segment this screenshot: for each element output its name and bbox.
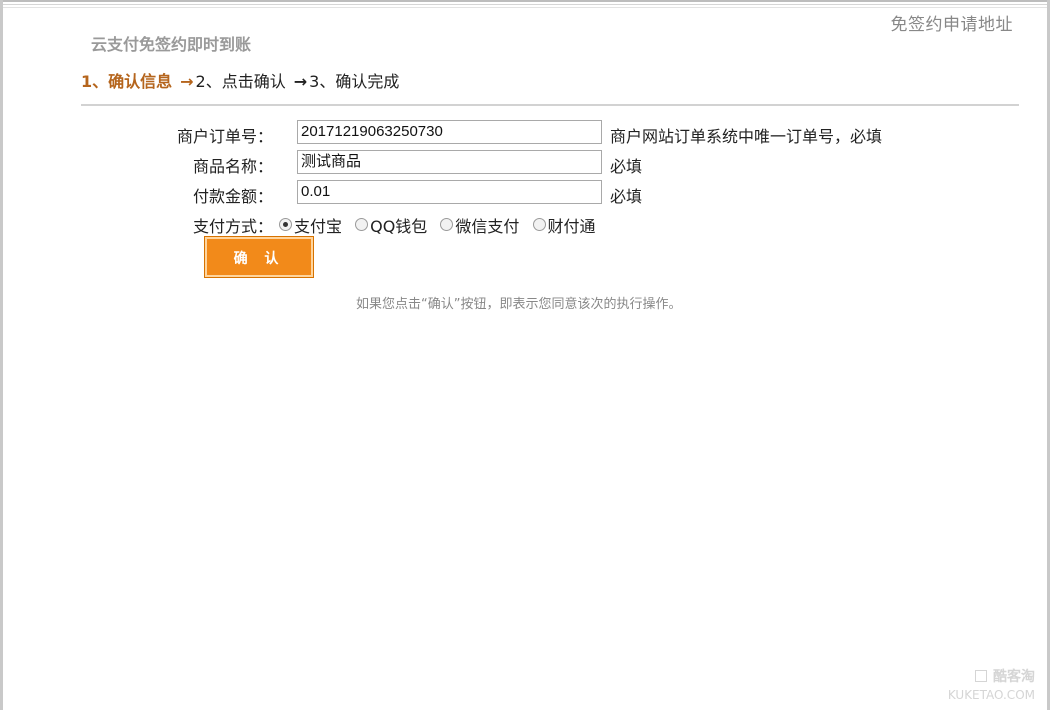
order-no-hint: 商户网站订单系统中唯一订单号，必填 — [610, 127, 883, 146]
watermark-cn: 酷客淘 — [993, 669, 1035, 685]
step-indicator: 1、确认信息 → 2、点击确认 → 3、确认完成 — [81, 68, 399, 92]
top-border — [3, 0, 1047, 10]
amount-input[interactable]: 0.01 — [297, 180, 602, 204]
amount-label: 付款金额： — [192, 187, 273, 206]
radio-unchecked-icon — [355, 218, 369, 231]
page-frame: 免签约申请地址 云支付免签约即时到账 1、确认信息 → 2、点击确认 → 3、确认完成 … — [0, 0, 1050, 710]
radio-qq-wallet[interactable]: QQ钱包 — [355, 213, 427, 237]
order-no-input[interactable]: 20171219063250730 — [297, 120, 602, 144]
confirm-button[interactable]: 确 认 — [205, 237, 313, 277]
row-payment-method: 支付方式： 支付宝 QQ钱包 微信支付 财付通 — [3, 210, 1050, 236]
watermark: 酷客淘 KUKETAO.COM — [948, 668, 1035, 704]
agreement-notice: 如果您点击“确认”按钮，即表示您同意该次的执行操作。 — [356, 297, 682, 312]
row-order-no: 商户订单号： 20171219063250730 商户网站订单系统中唯一订单号，… — [3, 120, 1050, 146]
amount-hint: 必填 — [610, 187, 643, 206]
radio-label: 财付通 — [547, 217, 596, 236]
radio-checked-icon — [279, 218, 292, 231]
step-1: 1、确认信息 — [81, 72, 173, 91]
radio-tenpay[interactable]: 财付通 — [532, 213, 596, 237]
radio-unchecked-icon — [532, 218, 546, 231]
order-no-label: 商户订单号： — [176, 127, 273, 146]
row-product-name: 商品名称： 测试商品 必填 — [3, 150, 1050, 176]
radio-alipay[interactable]: 支付宝 — [279, 213, 342, 237]
payment-label: 支付方式： — [192, 217, 273, 236]
logo-icon — [975, 670, 987, 682]
radio-unchecked-icon — [440, 218, 454, 231]
radio-wechat-pay[interactable]: 微信支付 — [440, 213, 519, 237]
radio-label: 支付宝 — [294, 217, 343, 236]
product-name-label: 商品名称： — [192, 157, 273, 176]
radio-label: 微信支付 — [455, 217, 520, 236]
arrow-right-icon: → — [180, 72, 194, 91]
product-name-hint: 必填 — [610, 157, 643, 176]
arrow-right-icon: → — [293, 72, 308, 91]
site-title: 云支付免签约即时到账 — [91, 35, 252, 54]
product-name-input[interactable]: 测试商品 — [297, 150, 602, 174]
step-2: 2、点击确认 — [195, 72, 286, 91]
watermark-en: KUKETAO.COM — [947, 688, 1035, 702]
apply-address-link[interactable]: 免签约申请地址 — [891, 10, 1014, 35]
payment-radio-group: 支付宝 QQ钱包 微信支付 财付通 — [279, 213, 604, 237]
radio-label: QQ钱包 — [370, 217, 428, 236]
divider — [81, 104, 1019, 106]
row-amount: 付款金额： 0.01 必填 — [3, 180, 1050, 206]
step-3: 3、确认完成 — [309, 72, 400, 91]
